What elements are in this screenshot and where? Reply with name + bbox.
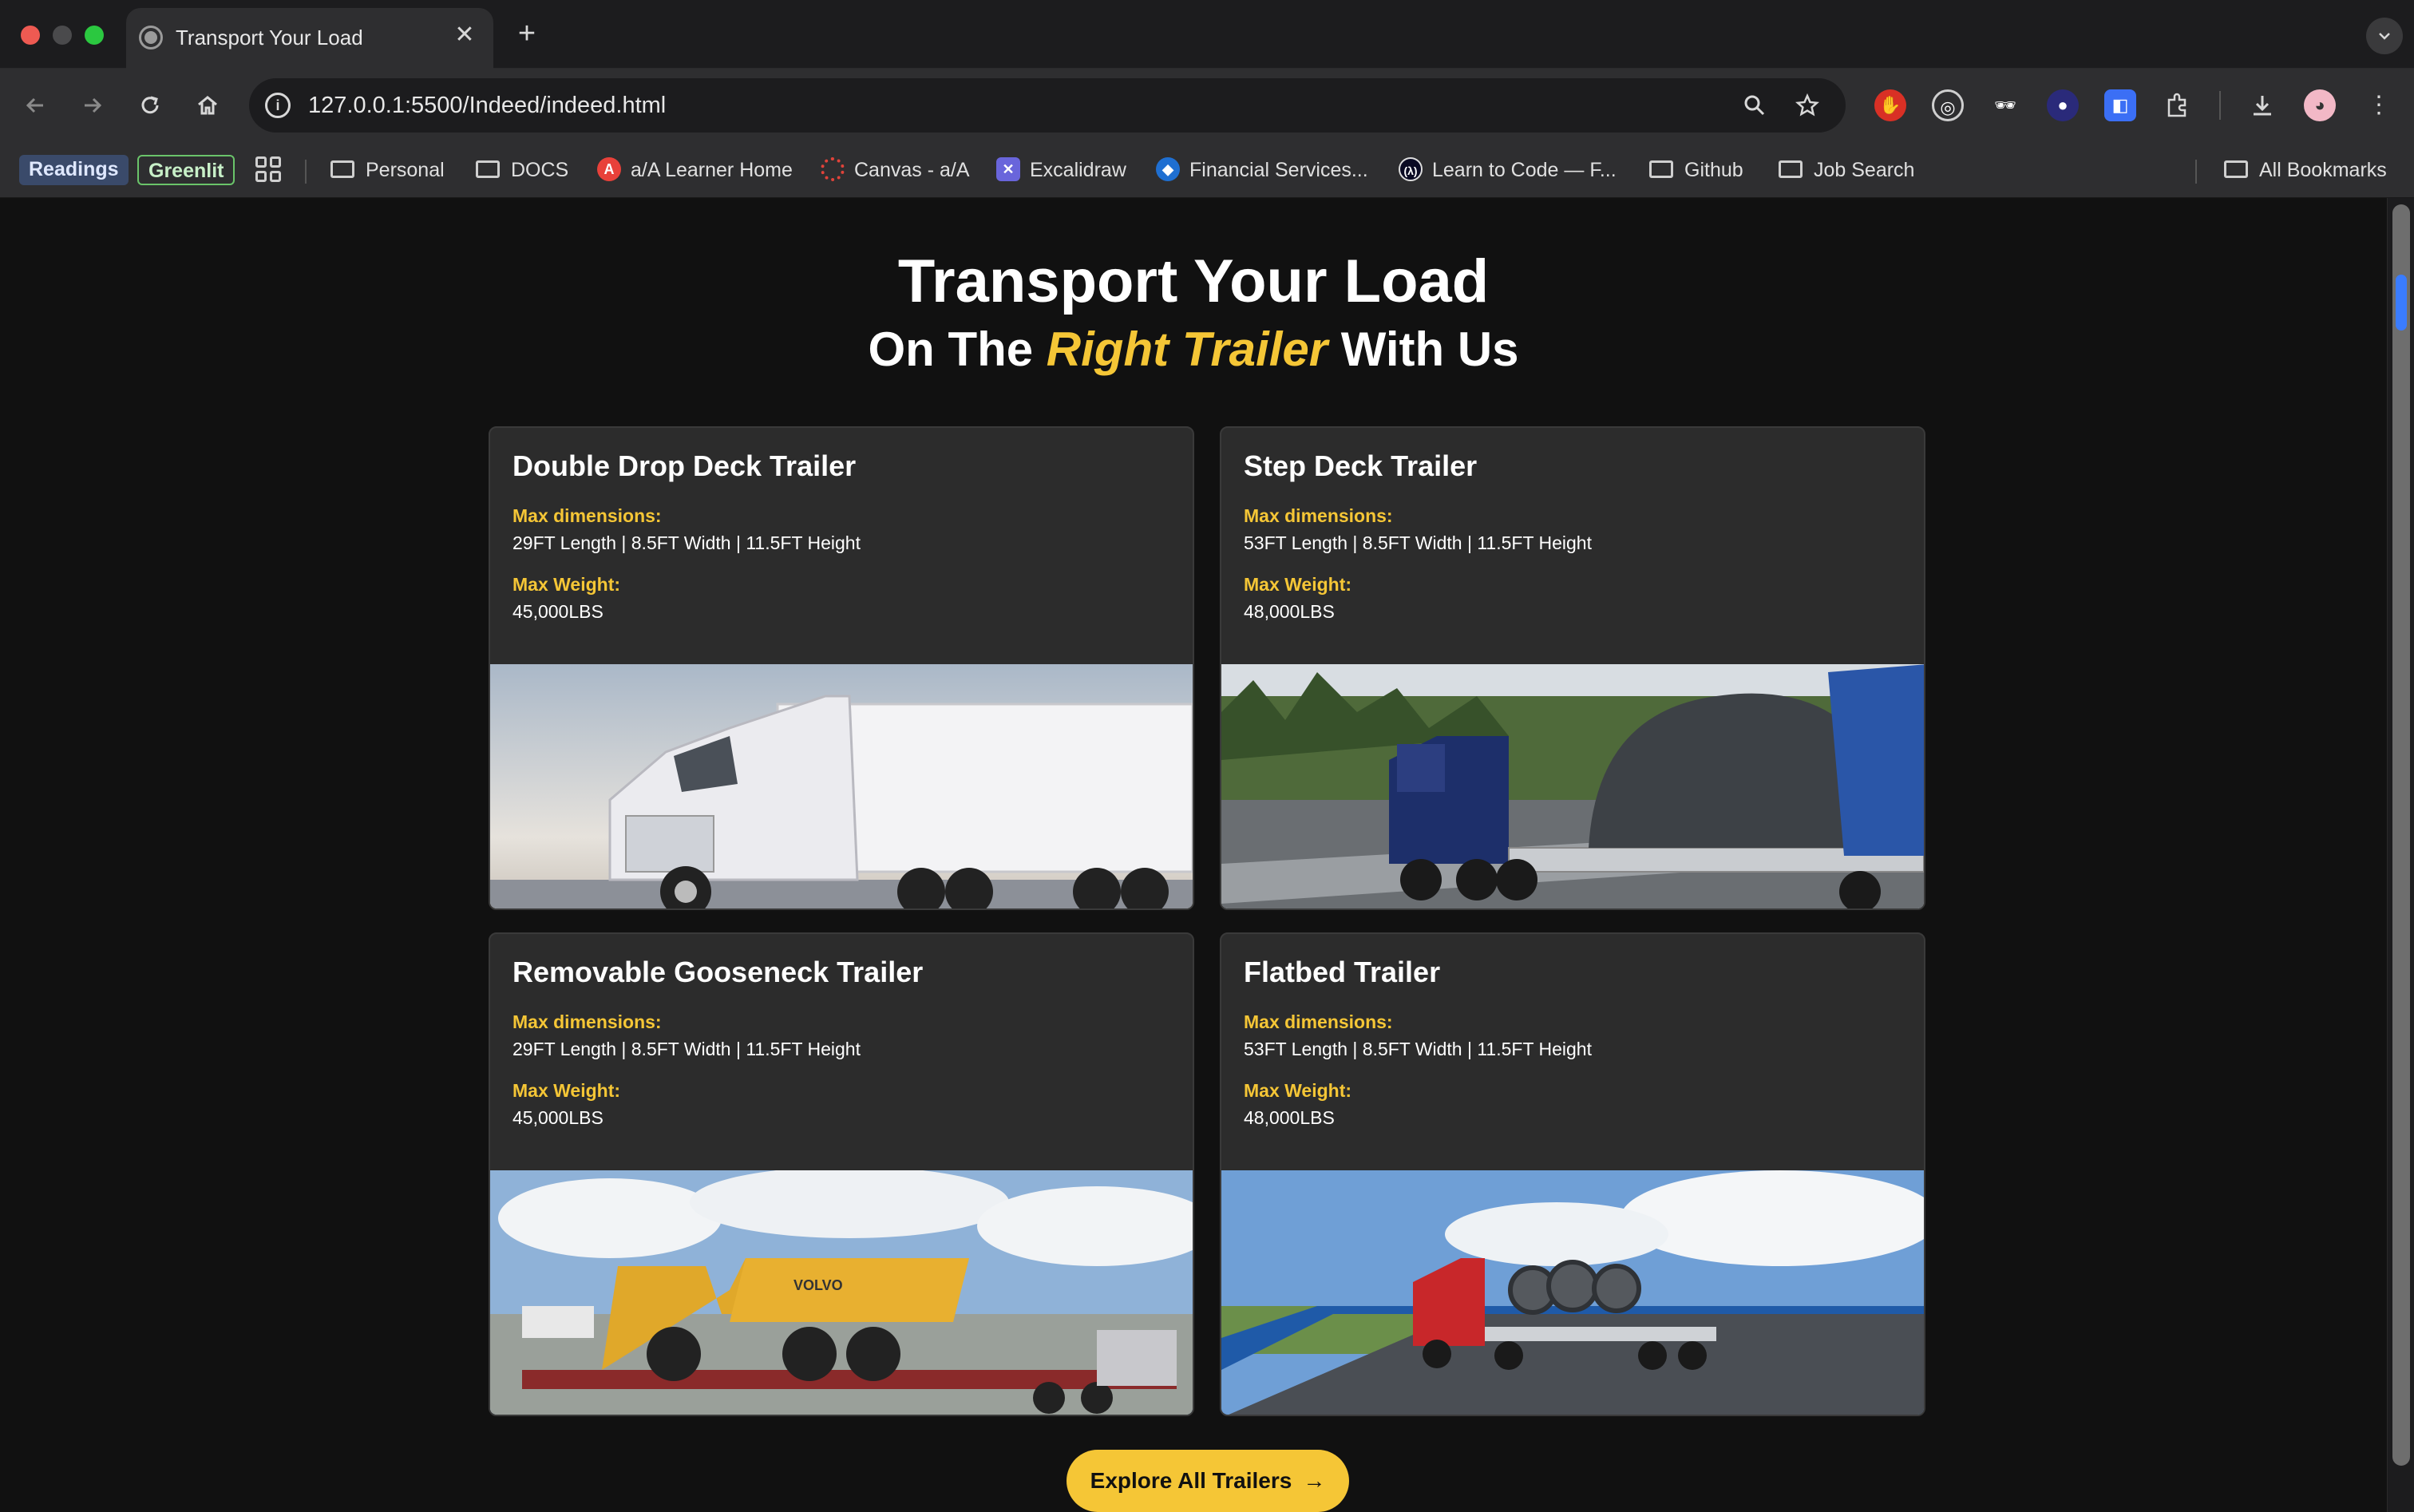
volvo-logo-text: VOLVO [793, 1277, 843, 1293]
page-subtitle: On The Right Trailer With Us [868, 323, 1519, 376]
url-text[interactable]: 127.0.0.1:5500/Indeed/indeed.html [308, 93, 666, 118]
bookmark-job-search[interactable]: Job Search [1779, 153, 1914, 187]
dimensions-label: Max dimensions: [512, 1011, 662, 1032]
spy-glasses-icon[interactable]: 🕶 [1989, 89, 2021, 121]
tab-title: Transport Your Load [176, 26, 363, 49]
dimensions-value: 29FT Length | 8.5FT Width | 11.5FT Heigh… [512, 1039, 861, 1059]
weight-label: Max Weight: [512, 574, 621, 595]
bookmark-excalidraw[interactable]: ✕ Excalidraw [996, 153, 1126, 187]
card-title: Flatbed Trailer [1244, 956, 1441, 988]
address-bar[interactable]: i 127.0.0.1:5500/Indeed/indeed.html [249, 78, 1846, 133]
bookmark-star-icon[interactable] [1791, 89, 1823, 121]
card-title: Step Deck Trailer [1244, 449, 1478, 482]
bookmark-all-bookmarks[interactable]: All Bookmarks [2224, 153, 2387, 187]
weight-label: Max Weight: [512, 1080, 621, 1101]
maximize-window-button[interactable] [85, 26, 104, 45]
excalidraw-icon: ✕ [996, 157, 1020, 182]
new-tab-button[interactable]: + [511, 18, 543, 49]
bookmark-github[interactable]: Github [1649, 153, 1743, 187]
card-title: Removable Gooseneck Trailer [512, 956, 924, 988]
tab-strip: Transport Your Load ✕ + [0, 0, 2414, 69]
bookmarks-bar: Readings Greenlit Personal DOCS Aa/A Lea… [0, 142, 2414, 198]
explore-all-trailers-button[interactable]: Explore All Trailers → [1067, 1450, 1349, 1512]
red-truck-steel-coils-photo [1221, 1170, 1924, 1415]
bookmark-divider [2195, 160, 2197, 184]
back-arrow-icon[interactable] [16, 86, 54, 125]
window-ext-icon[interactable]: ◧ [2104, 89, 2136, 121]
canvas-icon [821, 157, 845, 182]
bookmark-readings[interactable]: Readings [19, 155, 129, 185]
browser-toolbar: i 127.0.0.1:5500/Indeed/indeed.html ✋ ◎ … [0, 69, 2414, 142]
page-title: Transport Your Load [897, 247, 1490, 315]
apps-grid-icon[interactable] [255, 156, 281, 182]
app-academy-icon: A [597, 157, 621, 182]
weight-value: 48,000LBS [1244, 601, 1335, 622]
download-icon[interactable] [2246, 89, 2278, 121]
blue-truck-tarped-load-photo [1221, 664, 1924, 908]
zoom-icon[interactable] [1739, 89, 1771, 121]
arrow-right-icon: → [1303, 1468, 1326, 1493]
close-window-button[interactable] [21, 26, 40, 45]
weight-value: 45,000LBS [512, 601, 604, 622]
page-viewport: Transport Your Load On The Right Trailer… [0, 198, 2387, 1512]
card-title: Double Drop Deck Trailer [512, 449, 857, 482]
bookmark-docs[interactable]: DOCS [476, 153, 568, 187]
profile-avatar[interactable]: ◕ [2304, 89, 2336, 121]
menu-kebab-icon[interactable]: ⋮ [2363, 89, 2395, 121]
subtitle-accent: Right Trailer [1046, 323, 1328, 376]
bookmark-greenlit[interactable]: Greenlit [137, 155, 235, 185]
reload-icon[interactable] [131, 86, 169, 125]
folder-icon [2224, 160, 2248, 179]
trailer-card-removable-gooseneck[interactable]: Removable Gooseneck Trailer Max dimensio… [489, 932, 1194, 1416]
scroll-position-marker [2396, 275, 2407, 331]
weight-label: Max Weight: [1244, 1080, 1352, 1101]
dimensions-label: Max dimensions: [1244, 1011, 1393, 1032]
trailer-card-double-drop[interactable]: Double Drop Deck Trailer Max dimensions:… [489, 426, 1194, 910]
dimensions-value: 29FT Length | 8.5FT Width | 11.5FT Heigh… [512, 532, 861, 553]
ad-block-icon[interactable]: ✋ [1874, 89, 1906, 121]
folder-icon [1779, 160, 1803, 179]
active-tab[interactable]: Transport Your Load ✕ [126, 8, 493, 69]
bookmark-aa-learner-home[interactable]: Aa/A Learner Home [597, 153, 793, 187]
home-icon[interactable] [188, 86, 227, 125]
weight-value: 48,000LBS [1244, 1107, 1335, 1128]
dump-truck-on-lowboy-photo: VOLVO [490, 1170, 1193, 1415]
dimensions-label: Max dimensions: [1244, 505, 1393, 526]
trailer-card-step-deck[interactable]: Step Deck Trailer Max dimensions: 53FT L… [1220, 426, 1925, 910]
page-scrollbar[interactable] [2387, 198, 2414, 1512]
dimensions-value: 53FT Length | 8.5FT Width | 11.5FT Heigh… [1244, 1039, 1592, 1059]
bookmark-learn-to-code[interactable]: (λ) Learn to Code — F... [1399, 153, 1617, 187]
bookmark-personal[interactable]: Personal [330, 153, 445, 187]
folder-icon [330, 160, 354, 179]
forward-arrow-icon[interactable] [73, 86, 112, 125]
dimensions-value: 53FT Length | 8.5FT Width | 11.5FT Heigh… [1244, 532, 1592, 553]
bookmark-canvas[interactable]: Canvas - a/A [821, 153, 970, 187]
white-semi-truck-photo [490, 664, 1193, 908]
trailer-card-flatbed[interactable]: Flatbed Trailer Max dimensions: 53FT Len… [1220, 932, 1925, 1416]
bookmark-financial-services[interactable]: ◆ Financial Services... [1156, 153, 1368, 187]
scrollbar-thumb[interactable] [2392, 204, 2410, 1466]
bookmark-divider [305, 160, 307, 184]
target-icon[interactable]: ◎ [1932, 89, 1964, 121]
color-picker-icon[interactable]: ● [2047, 89, 2079, 121]
site-info-icon[interactable]: i [265, 93, 291, 118]
globe-icon [139, 26, 163, 49]
dimensions-label: Max dimensions: [512, 505, 662, 526]
weight-label: Max Weight: [1244, 574, 1352, 595]
extensions-puzzle-icon[interactable] [2162, 89, 2194, 121]
tab-close-icon[interactable]: ✕ [449, 19, 481, 51]
minimize-window-button[interactable] [53, 26, 72, 45]
freecodecamp-icon: (λ) [1399, 157, 1423, 182]
weight-value: 45,000LBS [512, 1107, 604, 1128]
tab-search-chevron-icon[interactable] [2366, 18, 2403, 54]
toolbar-divider [2219, 91, 2221, 120]
chase-icon: ◆ [1156, 157, 1180, 182]
folder-icon [1649, 160, 1673, 179]
folder-icon [476, 160, 500, 179]
